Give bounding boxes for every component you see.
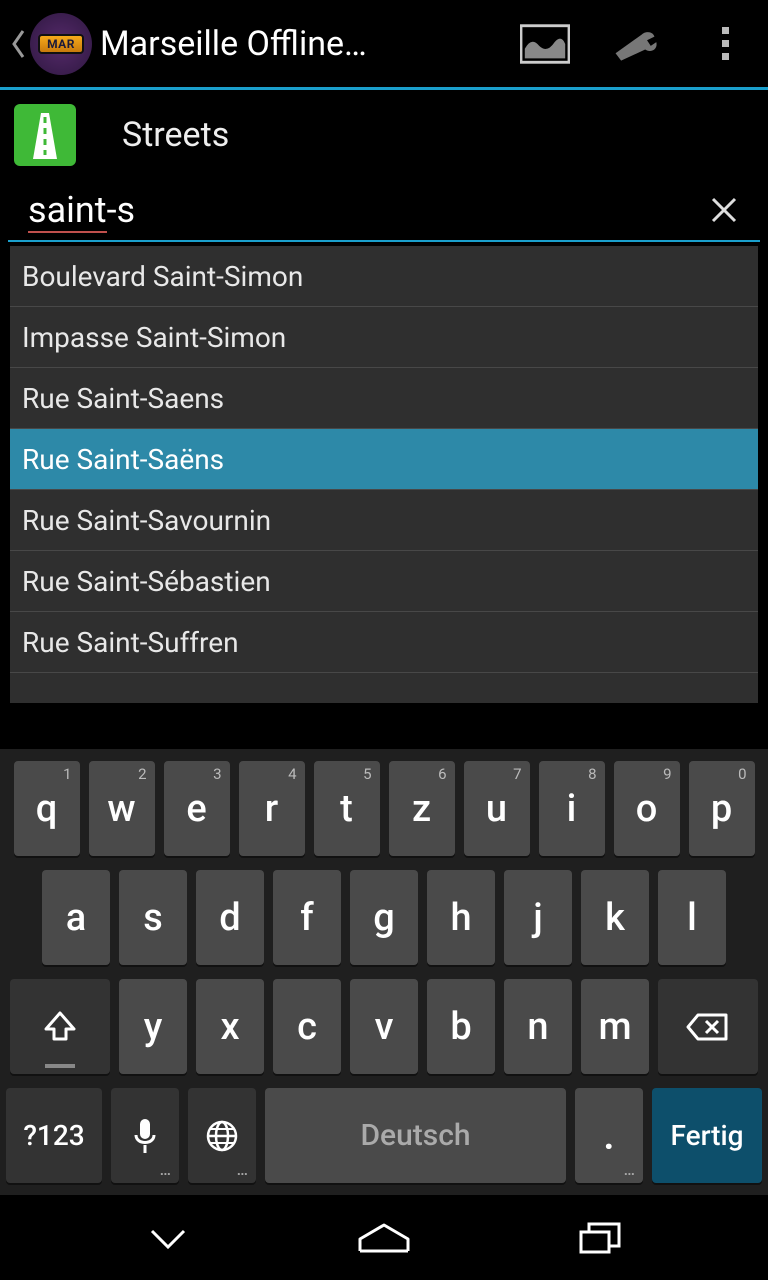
map-icon[interactable] xyxy=(520,19,570,69)
app-logo[interactable]: MAR xyxy=(30,13,92,75)
key-language[interactable]: … xyxy=(188,1088,256,1183)
app-logo-text: MAR xyxy=(38,34,84,54)
keyboard-row-3: y x c v b n m xyxy=(6,979,762,1074)
list-item[interactable] xyxy=(10,673,758,703)
key-n[interactable]: n xyxy=(504,979,572,1074)
key-l[interactable]: l xyxy=(658,870,726,965)
key-v[interactable]: v xyxy=(350,979,418,1074)
key-o[interactable]: o9 xyxy=(614,761,680,856)
results-list: Boulevard Saint-Simon Impasse Saint-Simo… xyxy=(10,246,758,703)
key-d[interactable]: d xyxy=(196,870,264,965)
key-r[interactable]: r4 xyxy=(239,761,305,856)
search-row: saint-s xyxy=(8,180,760,242)
key-s[interactable]: s xyxy=(119,870,187,965)
key-period[interactable]: .… xyxy=(575,1088,643,1183)
overflow-menu-icon[interactable] xyxy=(700,19,750,69)
key-e[interactable]: e3 xyxy=(164,761,230,856)
key-shift[interactable] xyxy=(10,979,110,1074)
key-w[interactable]: w2 xyxy=(89,761,155,856)
back-icon[interactable] xyxy=(8,24,28,64)
list-item[interactable]: Boulevard Saint-Simon xyxy=(10,246,758,307)
key-q[interactable]: q1 xyxy=(14,761,80,856)
key-m[interactable]: m xyxy=(581,979,649,1074)
key-c[interactable]: c xyxy=(273,979,341,1074)
key-i[interactable]: i8 xyxy=(539,761,605,856)
key-z[interactable]: z6 xyxy=(389,761,455,856)
app-title: Marseille Offline… xyxy=(100,24,520,64)
keyboard-row-1: q1 w2 e3 r4 t5 z6 u7 i8 o9 p0 xyxy=(6,761,762,856)
streets-icon xyxy=(14,104,76,166)
keyboard-row-4: ?123 … … Deutsch .… Fertig xyxy=(6,1088,762,1183)
key-f[interactable]: f xyxy=(273,870,341,965)
list-item[interactable]: Rue Saint-Savournin xyxy=(10,490,758,551)
key-t[interactable]: t5 xyxy=(314,761,380,856)
system-navbar xyxy=(0,1195,768,1280)
key-backspace[interactable] xyxy=(658,979,758,1074)
key-symbols[interactable]: ?123 xyxy=(6,1088,102,1183)
nav-back-icon[interactable] xyxy=(133,1213,203,1263)
nav-recent-icon[interactable] xyxy=(565,1213,635,1263)
nav-home-icon[interactable] xyxy=(349,1213,419,1263)
key-space[interactable]: Deutsch xyxy=(265,1088,566,1183)
key-g[interactable]: g xyxy=(350,870,418,965)
search-input[interactable]: saint-s xyxy=(28,189,704,231)
list-item[interactable]: Rue Saint-Saens xyxy=(10,368,758,429)
settings-wrench-icon[interactable] xyxy=(610,19,660,69)
key-done[interactable]: Fertig xyxy=(652,1088,762,1183)
key-u[interactable]: u7 xyxy=(464,761,530,856)
clear-icon[interactable] xyxy=(704,190,744,230)
key-voice[interactable]: … xyxy=(111,1088,179,1183)
keyboard: q1 w2 e3 r4 t5 z6 u7 i8 o9 p0 a s d f g … xyxy=(0,749,768,1195)
key-b[interactable]: b xyxy=(427,979,495,1074)
key-j[interactable]: j xyxy=(504,870,572,965)
key-a[interactable]: a xyxy=(42,870,110,965)
action-bar-icons xyxy=(520,19,760,69)
key-x[interactable]: x xyxy=(196,979,264,1074)
section-header: Streets xyxy=(0,90,768,180)
key-h[interactable]: h xyxy=(427,870,495,965)
list-item[interactable]: Rue Saint-Suffren xyxy=(10,612,758,673)
key-k[interactable]: k xyxy=(581,870,649,965)
key-y[interactable]: y xyxy=(119,979,187,1074)
list-item[interactable]: Rue Saint-Sébastien xyxy=(10,551,758,612)
key-p[interactable]: p0 xyxy=(689,761,755,856)
action-bar: MAR Marseille Offline… xyxy=(0,0,768,90)
list-item[interactable]: Impasse Saint-Simon xyxy=(10,307,758,368)
section-label: Streets xyxy=(122,115,229,155)
keyboard-row-2: a s d f g h j k l xyxy=(6,870,762,965)
list-item[interactable]: Rue Saint-Saëns xyxy=(10,429,758,490)
